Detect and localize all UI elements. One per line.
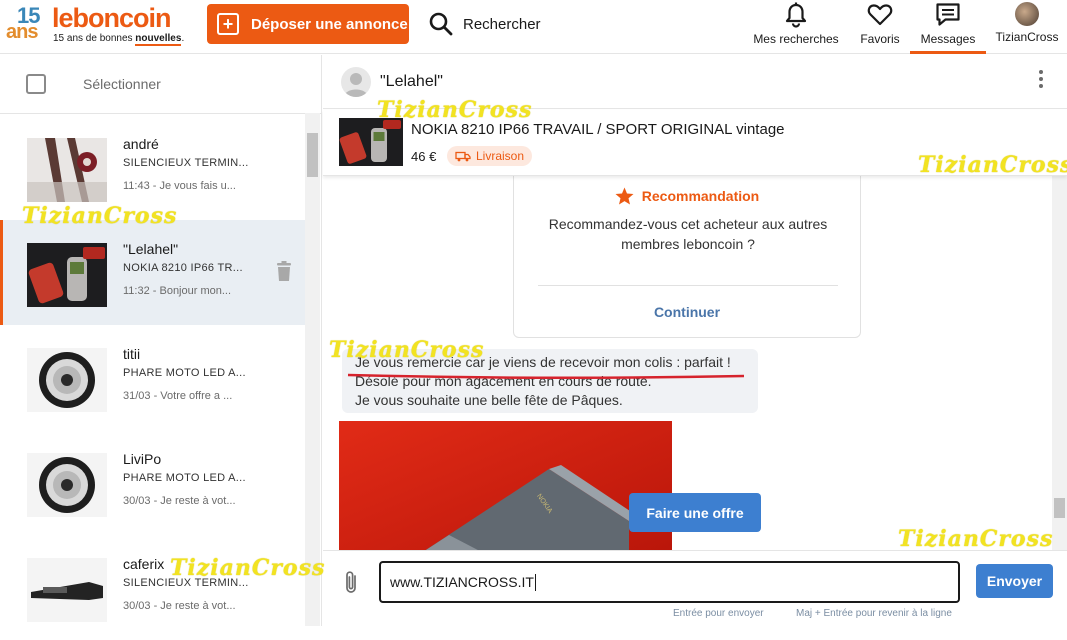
message-input-value: www.TIZIANCROSS.IT [390,574,534,590]
message-input[interactable]: www.TIZIANCROSS.IT [379,561,960,603]
nav-my-searches[interactable]: Mes recherches [752,2,840,54]
heart-icon [867,4,893,26]
watermark-text: TizianCross [329,337,485,363]
paperclip-icon[interactable] [343,569,359,595]
conversation-list-scrollbar[interactable] [305,113,320,626]
watermark-text: TizianCross [22,203,178,229]
star-icon [615,187,634,205]
logo-brand: leboncoin [52,3,171,33]
contact-avatar [341,66,371,97]
message-photo[interactable]: NOKIA [339,421,672,550]
send-button[interactable]: Envoyer [976,564,1053,598]
scrollbar-thumb[interactable] [307,133,318,177]
conversation-thumbnail [27,348,107,412]
contact-name: "Lelahel" [380,72,443,90]
top-header: 15 ans leboncoin 15 ans de bonnes nouvel… [0,0,1067,54]
ad-thumbnail [339,118,403,166]
conversation-thumbnail [27,243,107,307]
nav-user-label: TizianCross [995,30,1059,44]
logo-ans: ans [6,21,38,43]
message-thread: Recommandation Recommandez-vous cet ache… [323,176,1052,550]
conversation-item[interactable]: titii PHARE MOTO LED A... 31/03 - Votre … [0,325,305,430]
conversation-name: andré [123,136,159,152]
bell-icon [785,2,807,28]
message-thread-scrollbar[interactable] [1052,176,1067,550]
search-button[interactable]: Rechercher [428,11,541,37]
ad-title: NOKIA 8210 IP66 TRAVAIL / SPORT ORIGINAL… [411,121,785,138]
message-line: Je vous souhaite une belle fête de Pâque… [355,392,623,408]
conversation-name: "Lelahel" [123,241,179,257]
post-ad-label: Déposer une annonce [251,15,408,33]
kebab-icon[interactable] [1039,70,1043,88]
conversation-thumbnail [27,453,107,517]
conversation-item-active[interactable]: "Lelahel" NOKIA 8210 IP66 TR... 11:32 - … [0,220,305,325]
conversation-last-message: 30/03 - Je reste à vot... [123,600,236,612]
hint-enter: Entrée pour envoyer [673,608,764,619]
user-avatar [1015,2,1039,26]
conversation-item[interactable]: caferix SILENCIEUX TERMIN... 30/03 - Je … [0,535,305,640]
conversation-last-message: 11:43 - Je vous fais u... [123,180,236,192]
watermark-text: TizianCross [377,97,533,123]
hint-shift-enter: Maj + Entrée pour revenir à la ligne [796,608,952,619]
ad-price: 46 € [411,149,437,164]
recommendation-title-text: Recommandation [641,188,760,204]
message-composer: www.TIZIANCROSS.IT Envoyer Entrée pour e… [323,550,1067,626]
recommendation-title: Recommandation [514,187,860,205]
watermark-text: TizianCross [898,526,1054,552]
conversation-ad-title: PHARE MOTO LED A... [123,367,246,379]
delivery-badge-label: Livraison [476,149,525,163]
nav-my-searches-label: Mes recherches [753,32,839,46]
plus-icon: + [217,13,239,35]
recommendation-divider [538,285,838,286]
conversation-thumbnail [27,138,107,202]
nav-favorites[interactable]: Favoris [856,2,904,54]
conversation-name: LiviPo [123,451,162,467]
recommendation-continue-link[interactable]: Continuer [514,304,860,320]
leboncoin-logo[interactable]: 15 ans leboncoin 15 ans de bonnes nouvel… [4,3,184,47]
logo-tagline: 15 ans de bonnes nouvelles. [53,33,185,46]
conversation-last-message: 11:32 - Bonjour mon... [123,285,232,297]
recommendation-card: Recommandation Recommandez-vous cet ache… [513,176,861,338]
post-ad-button[interactable]: + Déposer une annonce [207,4,409,44]
red-underline-annotation [347,373,745,379]
trash-icon[interactable] [276,261,292,281]
conversation-ad-title: NOKIA 8210 IP66 TR... [123,262,243,274]
conversation-item[interactable]: LiviPo PHARE MOTO LED A... 30/03 - Je re… [0,430,305,535]
message-icon [936,3,960,26]
search-label: Rechercher [463,15,541,33]
delivery-badge: Livraison [447,146,533,166]
nav-favorites-label: Favoris [860,32,900,46]
select-all-checkbox[interactable] [26,74,46,94]
scrollbar-thumb[interactable] [1054,498,1065,518]
delivery-icon [455,151,471,161]
select-all-row: Sélectionner [0,55,321,114]
conversation-list-panel: Sélectionner andré SILENCIEUX TERMIN... … [0,55,322,626]
conversation-last-message: 30/03 - Je reste à vot... [123,495,236,507]
nav-user-profile[interactable]: TizianCross [992,2,1062,54]
search-icon [429,12,453,36]
recommendation-text: Recommandez-vous cet acheteur aux autres… [548,216,828,252]
conversation-ad-title: SILENCIEUX TERMIN... [123,157,249,169]
make-offer-button[interactable]: Faire une offre [629,493,761,532]
watermark-text: TizianCross [170,555,326,581]
nav-messages-label: Messages [920,32,976,46]
conversation-last-message: 31/03 - Votre offre a ... [123,390,233,402]
conversation-name: titii [123,346,141,362]
select-all-label: Sélectionner [83,76,161,92]
conversation-thumbnail [27,558,107,622]
nav-messages[interactable]: Messages [910,2,986,54]
watermark-text: TizianCross [918,152,1067,178]
conversation-ad-title: PHARE MOTO LED A... [123,472,246,484]
